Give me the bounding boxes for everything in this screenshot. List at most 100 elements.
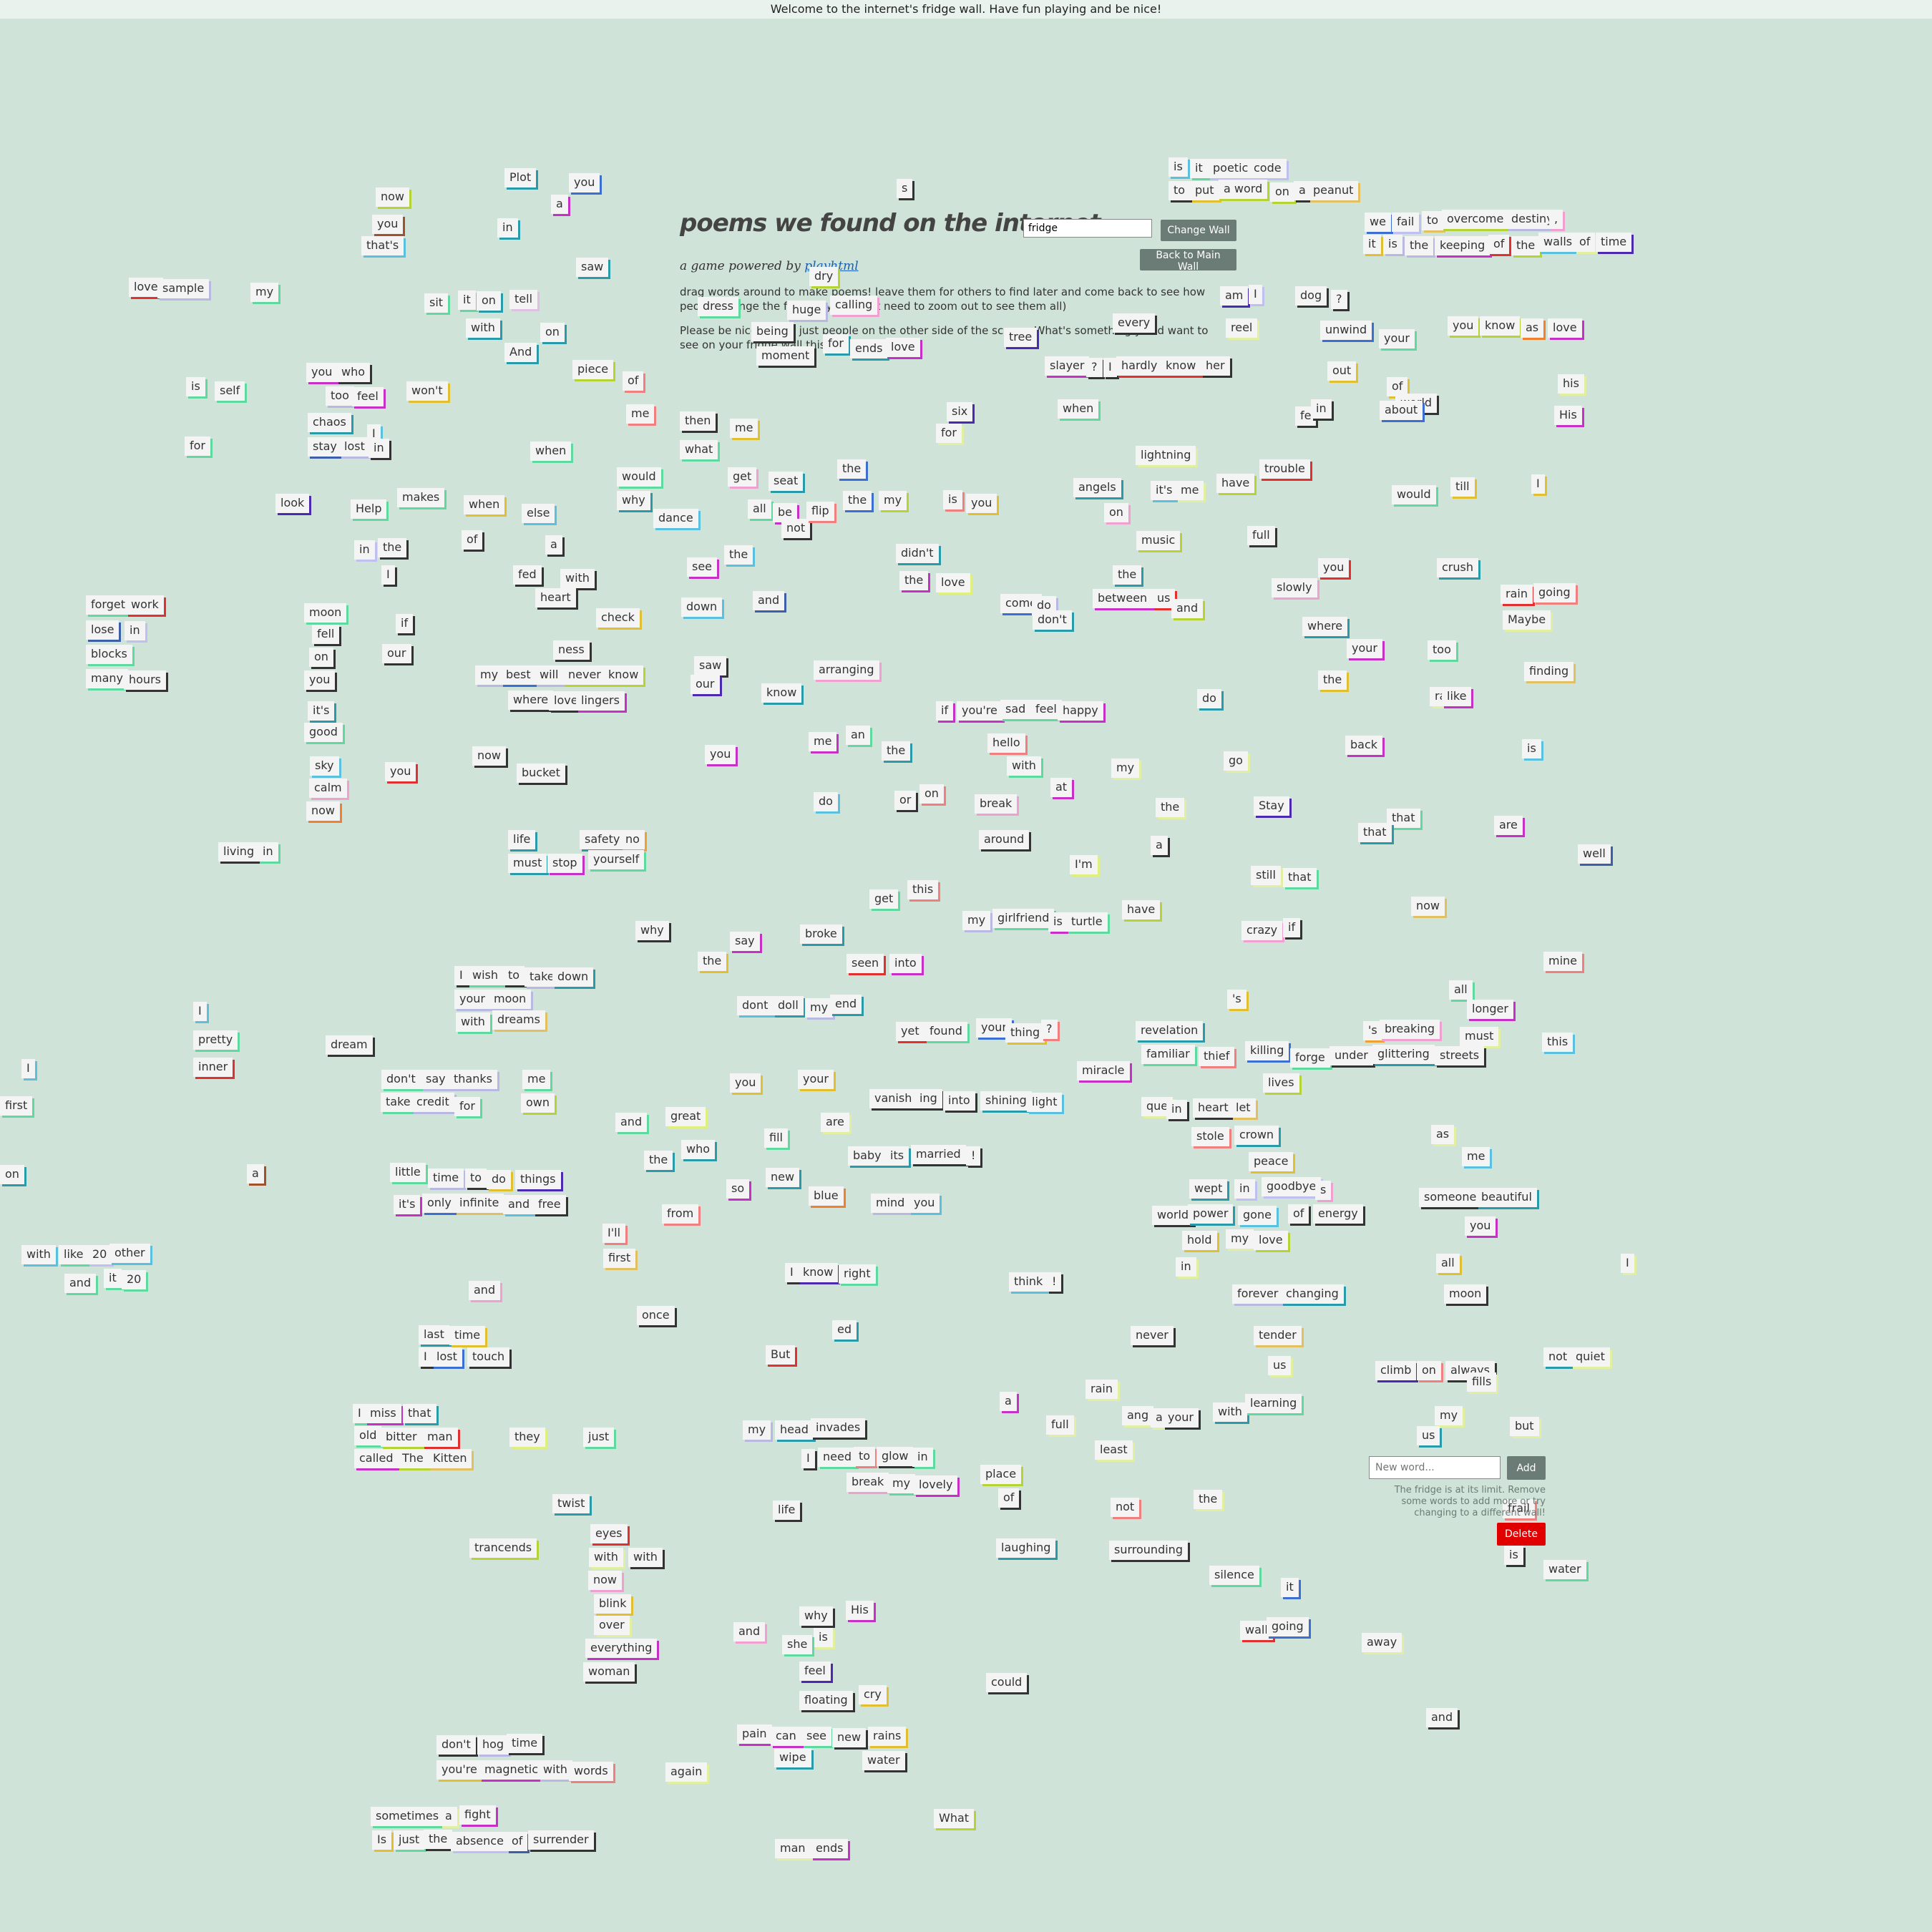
word-magnet[interactable]: sky [310,756,339,776]
word-magnet[interactable]: lost [431,1347,462,1367]
word-magnet[interactable]: man [422,1428,458,1447]
word-magnet[interactable]: the [1194,1490,1223,1509]
word-magnet[interactable]: too [1428,640,1456,660]
word-magnet[interactable]: music [1136,531,1181,550]
word-magnet[interactable]: you [1318,558,1350,577]
word-magnet[interactable]: in [1166,1100,1187,1119]
word-magnet[interactable]: with [456,1013,490,1032]
word-magnet[interactable]: eyes [590,1524,628,1543]
word-magnet[interactable]: about [1380,401,1423,420]
word-magnet[interactable]: sometimes [371,1807,444,1826]
word-magnet[interactable]: that [1387,809,1420,828]
word-magnet[interactable]: at [1050,778,1073,797]
word-magnet[interactable]: let [1231,1098,1256,1118]
word-magnet[interactable]: are [1494,816,1523,835]
word-magnet[interactable]: it's [308,701,335,721]
word-magnet[interactable]: they [509,1428,545,1447]
word-magnet[interactable]: who [681,1140,716,1159]
word-magnet[interactable]: not [1543,1347,1573,1367]
word-magnet[interactable]: into [889,954,922,973]
word-magnet[interactable]: is [1522,739,1541,758]
word-magnet[interactable]: it [458,291,476,310]
word-magnet[interactable]: on [1270,182,1294,202]
word-magnet[interactable]: if [396,614,414,633]
word-magnet[interactable]: Help [351,499,387,519]
word-magnet[interactable]: it [1363,235,1381,254]
word-magnet[interactable]: the [1156,798,1185,817]
word-magnet[interactable]: and [733,1622,766,1641]
word-magnet[interactable]: longer [1467,1000,1513,1019]
word-magnet[interactable]: the [1318,670,1347,690]
word-magnet[interactable]: place [980,1465,1022,1484]
word-magnet[interactable]: What [934,1809,975,1828]
word-magnet[interactable]: and [64,1274,97,1293]
word-magnet[interactable]: just [394,1830,425,1850]
word-magnet[interactable]: else [522,504,555,523]
word-magnet[interactable]: back [1345,736,1383,755]
word-magnet[interactable]: me [1176,481,1204,500]
word-magnet[interactable]: lives [1263,1073,1299,1093]
word-magnet[interactable]: who [336,363,371,382]
word-magnet[interactable]: of [623,371,644,391]
word-magnet[interactable]: silence [1209,1566,1259,1585]
word-magnet[interactable]: finding [1524,662,1574,681]
word-magnet[interactable]: my [475,665,504,685]
word-magnet[interactable]: it's [394,1195,421,1214]
word-magnet[interactable]: know [798,1263,839,1282]
word-magnet[interactable]: time [1596,233,1632,252]
word-magnet[interactable]: absence [451,1832,509,1851]
word-magnet[interactable]: feel [799,1662,831,1681]
word-magnet[interactable]: in [125,621,145,640]
word-magnet[interactable]: miss [365,1404,401,1423]
word-magnet[interactable]: and [503,1195,535,1214]
word-magnet[interactable]: invades [811,1418,866,1438]
word-magnet[interactable]: you [385,762,416,781]
word-magnet[interactable]: if [1283,918,1301,937]
word-magnet[interactable]: pretty [193,1030,238,1050]
word-magnet[interactable]: rain [1085,1380,1118,1399]
word-magnet[interactable]: calling [830,296,878,315]
word-magnet[interactable]: our [382,644,411,663]
word-magnet[interactable]: beautiful [1476,1188,1537,1207]
word-magnet[interactable]: Stay [1254,796,1289,816]
word-magnet[interactable]: safety [580,830,625,849]
word-magnet[interactable]: know [761,683,802,703]
word-magnet[interactable]: we [1365,213,1391,232]
word-magnet[interactable]: rains [868,1727,907,1746]
word-magnet[interactable]: credit [411,1093,454,1112]
word-magnet[interactable]: get [728,467,757,487]
word-magnet[interactable]: you [705,745,736,764]
word-magnet[interactable]: again [665,1762,708,1782]
word-magnet[interactable]: us [1268,1356,1292,1375]
word-magnet[interactable]: a [1151,836,1168,855]
word-magnet[interactable]: own [521,1093,555,1113]
word-magnet[interactable]: on [309,648,333,667]
add-word-button[interactable]: Add [1507,1456,1546,1480]
word-magnet[interactable]: like [59,1245,89,1264]
word-magnet[interactable]: feel [352,387,384,406]
word-magnet[interactable]: gone [1238,1206,1277,1225]
word-magnet[interactable]: Plot [504,168,537,187]
word-magnet[interactable]: I'm [1070,855,1098,874]
word-magnet[interactable]: your [1379,329,1415,348]
word-magnet[interactable]: a [247,1164,264,1184]
word-magnet[interactable]: ? [1041,1020,1058,1039]
word-magnet[interactable]: into [943,1091,975,1111]
word-magnet[interactable]: tree [1004,328,1038,347]
word-magnet[interactable]: in [354,540,375,560]
word-magnet[interactable]: wipe [774,1748,811,1767]
word-magnet[interactable]: his [1558,374,1584,394]
word-magnet[interactable]: surrender [528,1830,594,1850]
word-magnet[interactable]: with [1213,1402,1247,1422]
word-magnet[interactable]: self [215,381,245,401]
word-magnet[interactable]: floating [799,1691,853,1710]
word-magnet[interactable]: life [508,830,536,849]
word-magnet[interactable]: things [515,1170,561,1189]
word-magnet[interactable]: as [1521,318,1544,338]
word-magnet[interactable]: His [1554,406,1582,425]
word-magnet[interactable]: ends [850,339,888,358]
word-magnet[interactable]: in [258,842,278,862]
word-magnet[interactable]: energy [1313,1204,1363,1224]
word-magnet[interactable]: crazy [1241,921,1283,940]
word-magnet[interactable]: changing [1281,1284,1344,1304]
